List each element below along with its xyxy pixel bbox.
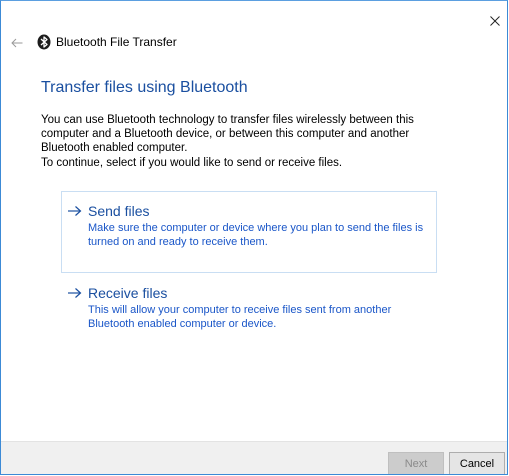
instruction-text: To continue, select if you would like to… xyxy=(41,157,343,169)
receive-files-title: Receive files xyxy=(88,285,168,301)
bluetooth-file-transfer-window: Bluetooth File Transfer Transfer files u… xyxy=(0,0,508,475)
send-files-title: Send files xyxy=(88,203,150,219)
bluetooth-icon xyxy=(37,34,51,50)
receive-files-option[interactable]: Receive files This will allow your compu… xyxy=(61,273,437,349)
receive-files-description: This will allow your computer to receive… xyxy=(88,304,392,330)
wizard-footer: Next Cancel xyxy=(1,441,507,474)
wizard-header: Bluetooth File Transfer xyxy=(1,31,507,55)
close-icon xyxy=(490,16,500,26)
page-heading: Transfer files using Bluetooth xyxy=(41,79,248,96)
right-arrow-icon xyxy=(68,288,82,298)
back-arrow-icon xyxy=(11,38,23,48)
right-arrow-icon xyxy=(68,206,82,216)
send-files-title-row: Send files xyxy=(67,202,430,220)
close-button[interactable] xyxy=(485,11,505,31)
next-button[interactable]: Next xyxy=(388,452,444,474)
send-files-option[interactable]: Send files Make sure the computer or dev… xyxy=(61,191,437,273)
send-files-description: Make sure the computer or device where y… xyxy=(88,222,424,248)
cancel-button[interactable]: Cancel xyxy=(449,452,505,474)
intro-text: You can use Bluetooth technology to tran… xyxy=(41,114,414,154)
receive-files-title-row: Receive files xyxy=(67,284,430,302)
window-title: Bluetooth File Transfer xyxy=(56,35,177,49)
back-button[interactable] xyxy=(9,35,25,51)
